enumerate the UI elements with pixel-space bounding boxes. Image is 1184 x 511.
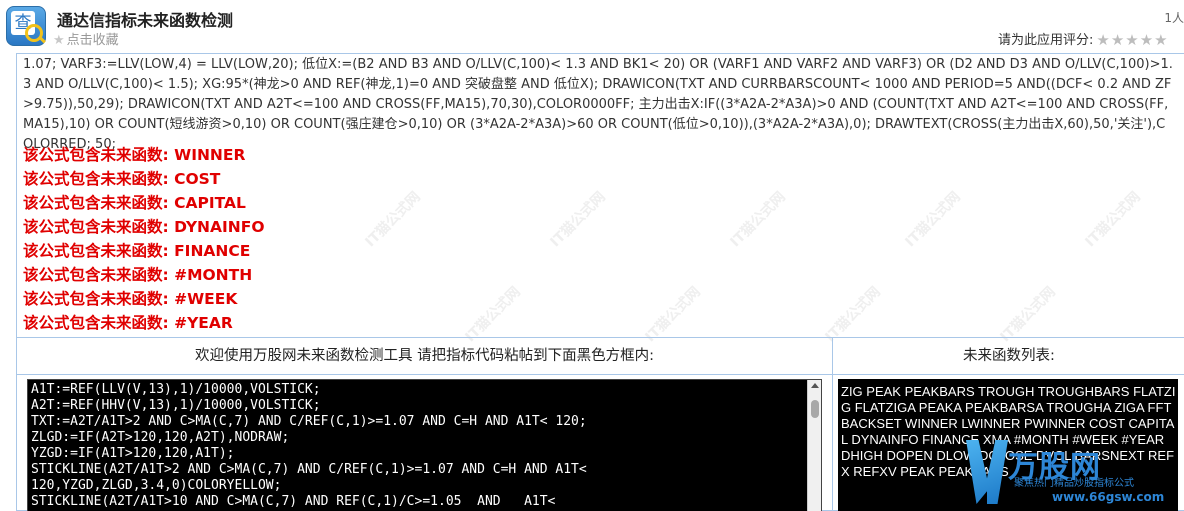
warning-item: 该公式包含未来函数: #MONTH: [23, 266, 253, 284]
watermark: IT猫公式网: [547, 189, 609, 251]
rating-widget: 请为此应用评分: ★★★★★: [998, 29, 1169, 49]
star-icon: ★: [53, 33, 65, 48]
corner-url: www.66gsw.com: [1052, 490, 1165, 504]
corner-brand-logo: 万股网 聚焦热门精品炒股指标公式 www.66gsw.com: [966, 440, 1176, 510]
favorite-link[interactable]: ★ 点击收藏: [53, 29, 119, 48]
warning-item: 该公式包含未来函数: WINNER: [23, 146, 246, 164]
warning-list: 该公式包含未来函数: WINNER 该公式包含未来函数: COST 该公式包含未…: [23, 143, 265, 335]
function-list-header: 未来函数列表:: [833, 338, 1184, 375]
code-input-text[interactable]: A1T:=REF(LLV(V,13),1)/10000,VOLSTICK; A2…: [31, 382, 807, 510]
watermark: IT猫公式网: [1082, 189, 1144, 251]
watermark: IT猫公式网: [362, 189, 424, 251]
warning-item: 该公式包含未来函数: #YEAR: [23, 314, 233, 332]
warning-item: 该公式包含未来函数: #WEEK: [23, 290, 238, 308]
app-icon: 查: [6, 6, 46, 46]
editor-header: 欢迎使用万股网未来函数检测工具 请把指标代码粘帖到下面黑色方框内:: [17, 338, 832, 375]
favorite-label: 点击收藏: [66, 33, 119, 48]
warning-item: 该公式包含未来函数: CAPITAL: [23, 194, 246, 212]
watermark: IT猫公式网: [902, 189, 964, 251]
brand-w-icon: [966, 440, 1008, 504]
scroll-thumb[interactable]: [811, 400, 819, 418]
warning-item: 该公式包含未来函数: DYNAINFO: [23, 218, 265, 236]
watermark: IT猫公式网: [727, 189, 789, 251]
corner-tagline: 聚焦热门精品炒股指标公式: [1014, 478, 1134, 489]
rating-label: 请为此应用评分:: [998, 33, 1094, 48]
scroll-up-icon[interactable]: [811, 383, 819, 388]
code-input[interactable]: A1T:=REF(LLV(V,13),1)/10000,VOLSTICK; A2…: [27, 379, 822, 511]
user-count: 1人: [1164, 11, 1184, 25]
editor-column: 欢迎使用万股网未来函数检测工具 请把指标代码粘帖到下面黑色方框内: A1T:=R…: [17, 338, 833, 511]
formula-code-text: 1.07; VARF3:=LLV(LOW,4) = LLV(LOW,20); 低…: [23, 57, 1173, 152]
warning-item: 该公式包含未来函数: COST: [23, 170, 221, 188]
editor-scrollbar[interactable]: [807, 380, 821, 511]
app-header: 查 通达信指标未来函数检测 ★ 点击收藏 1人 请为此应用评分: ★★★★★: [0, 0, 1184, 56]
rating-stars[interactable]: ★★★★★: [1096, 31, 1168, 49]
app-title: 通达信指标未来函数检测: [57, 11, 234, 30]
warning-item: 该公式包含未来函数: FINANCE: [23, 242, 251, 260]
